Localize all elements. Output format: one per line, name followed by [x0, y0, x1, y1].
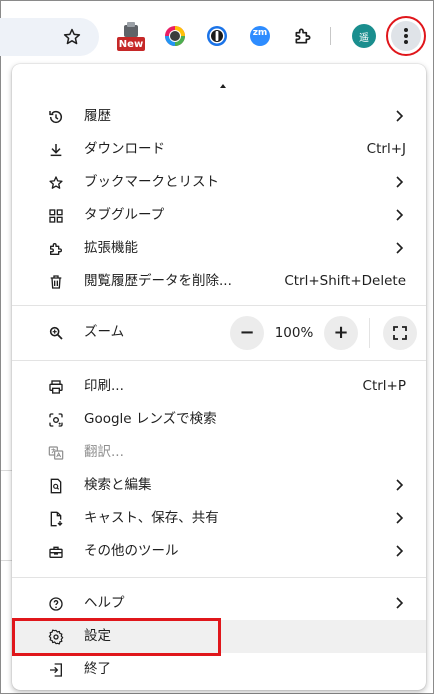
menu-item-find-and-edit[interactable]: 検索と編集 [12, 469, 426, 502]
fullscreen-icon [393, 326, 407, 340]
tab-groups-icon [47, 207, 65, 225]
star-outline-icon [47, 174, 65, 192]
printer-icon [47, 378, 65, 396]
menu-item-label: ブックマークとリスト [84, 174, 219, 190]
scroll-up-caret-icon[interactable] [220, 84, 226, 88]
settings-highlight-box [12, 618, 221, 656]
zoom-in-button[interactable]: + [324, 316, 358, 350]
chevron-right-icon [396, 545, 404, 557]
zoom-level: 100% [274, 325, 314, 341]
menu-item-exit[interactable]: 終了 [12, 653, 426, 686]
menu-item-label: タブグループ [84, 207, 165, 223]
menu-item-more-tools[interactable]: その他のツール [12, 535, 426, 568]
menu-item-label: 閲覧履歴データを削除... [84, 273, 232, 289]
menu-item-zoom: ズーム [12, 316, 426, 349]
menu-item-label: その他のツール [84, 543, 179, 559]
minus-icon: − [239, 322, 255, 343]
zoom-extension-icon[interactable]: zm [246, 22, 274, 50]
history-icon [47, 108, 65, 126]
chevron-right-icon [396, 597, 404, 609]
google-lens-icon [47, 411, 65, 429]
menu-divider [12, 577, 426, 578]
chevron-right-icon [396, 479, 404, 491]
menu-item-help[interactable]: ヘルプ [12, 587, 426, 620]
menu-item-downloads[interactable]: ダウンロード Ctrl+J [12, 133, 426, 166]
find-page-icon [47, 477, 65, 495]
menu-item-label: 印刷... [84, 378, 124, 394]
toolbar-separator [330, 27, 331, 45]
exit-icon [47, 661, 65, 679]
save-page-icon [47, 510, 65, 528]
avatar-label: 遥 [359, 33, 369, 44]
menu-divider [12, 305, 426, 306]
avatar[interactable]: 遥 [350, 22, 378, 50]
translate-icon [47, 444, 65, 462]
help-icon [47, 595, 65, 613]
chevron-right-icon [396, 110, 404, 122]
chevron-right-icon [396, 176, 404, 188]
menu-item-bookmarks[interactable]: ブックマークとリスト [12, 166, 426, 199]
menu-item-cast-save-share[interactable]: キャスト、保存、共有 [12, 502, 426, 535]
zoom-separator [369, 318, 370, 348]
shortcut-label: Ctrl+J [366, 141, 406, 157]
menu-item-google-lens[interactable]: Google レンズで検索 [12, 403, 426, 436]
puzzle-icon[interactable] [289, 22, 317, 50]
new-extension-icon[interactable]: New [115, 21, 147, 53]
menu-item-label: 翻訳... [84, 444, 124, 460]
new-badge: New [118, 39, 144, 50]
menu-item-label: 検索と編集 [84, 477, 152, 493]
color-extension-icon[interactable] [161, 22, 189, 50]
toolbox-icon [47, 543, 65, 561]
menu-item-label: Google レンズで検索 [84, 411, 217, 427]
menu-item-label: キャスト、保存、共有 [84, 510, 219, 526]
plus-icon: + [333, 322, 349, 343]
menu-item-extensions[interactable]: 拡張機能 [12, 232, 426, 265]
trash-icon [47, 273, 65, 291]
kebab-highlight-circle [386, 16, 426, 56]
menu-item-label: ダウンロード [84, 141, 165, 157]
onepassword-icon[interactable] [203, 22, 231, 50]
chevron-right-icon [396, 242, 404, 254]
menu-item-label: ヘルプ [84, 595, 125, 611]
chevron-right-icon [396, 209, 404, 221]
zoom-extension-label: zm [252, 28, 268, 38]
zoom-out-button[interactable]: − [230, 316, 264, 350]
menu-item-label: 終了 [84, 661, 111, 677]
menu-item-translate[interactable]: 翻訳... [12, 436, 426, 469]
menu-divider [12, 360, 426, 361]
menu-item-label: ズーム [84, 324, 125, 340]
puzzle-icon [47, 240, 65, 258]
zoom-magnifier-icon [47, 324, 65, 342]
menu-item-tab-groups[interactable]: タブグループ [12, 199, 426, 232]
menu-item-print[interactable]: 印刷... Ctrl+P [12, 370, 426, 403]
browser-toolbar: New zm 遥 [0, 1, 433, 57]
chevron-right-icon [396, 512, 404, 524]
menu-item-label: 拡張機能 [84, 240, 138, 256]
menu-item-label: 履歴 [84, 108, 111, 124]
shortcut-label: Ctrl+P [362, 378, 406, 394]
menu-item-history[interactable]: 履歴 [12, 100, 426, 133]
download-icon [47, 141, 65, 159]
shortcut-label: Ctrl+Shift+Delete [284, 273, 406, 289]
fullscreen-button[interactable] [383, 316, 417, 350]
menu-item-clear-browsing-data[interactable]: 閲覧履歴データを削除... Ctrl+Shift+Delete [12, 265, 426, 298]
star-icon[interactable] [58, 23, 86, 51]
